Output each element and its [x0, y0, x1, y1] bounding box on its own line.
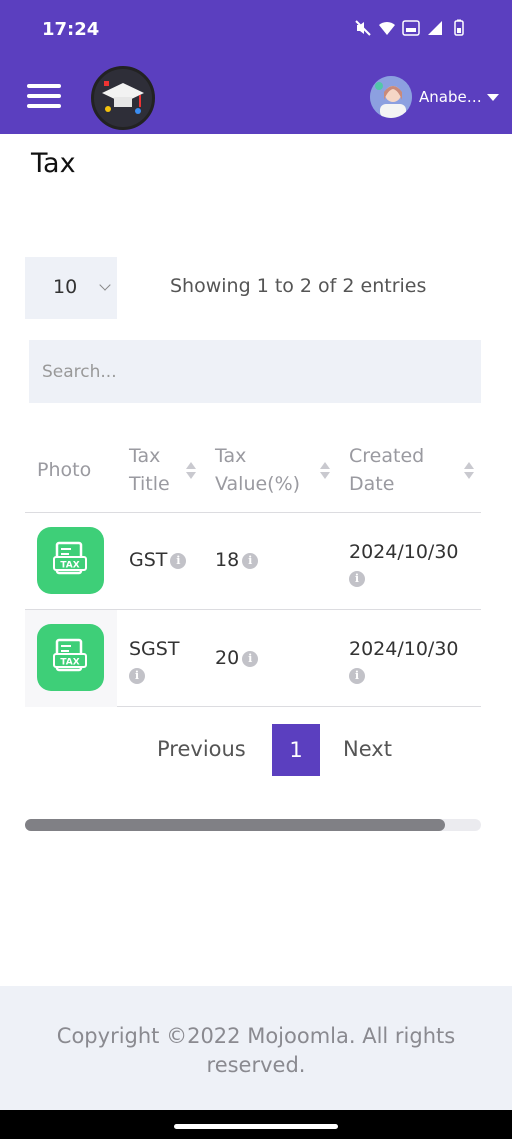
app-bar: Anabe…	[0, 60, 512, 134]
chevron-down-icon[interactable]	[487, 94, 499, 101]
column-header-created-date[interactable]: Created Date	[349, 442, 424, 498]
user-avatar[interactable]	[370, 76, 412, 118]
scrollbar-thumb[interactable]	[25, 819, 445, 831]
previous-button[interactable]: Previous	[157, 737, 246, 761]
sort-icon[interactable]	[186, 462, 196, 480]
tax-receipt-icon: TAX	[37, 624, 104, 691]
info-icon[interactable]: i	[170, 552, 187, 569]
page-1-button[interactable]: 1	[272, 724, 320, 776]
system-nav-bar	[0, 1110, 512, 1139]
svg-text:TAX: TAX	[60, 658, 79, 668]
page-length-select[interactable]: 10	[25, 257, 117, 319]
horizontal-scrollbar[interactable]	[25, 819, 481, 831]
info-icon[interactable]: i	[242, 650, 259, 667]
table-row: TAX SGST i 20 i 2024/10/30 i	[25, 610, 481, 707]
sort-icon[interactable]	[464, 462, 474, 480]
page-title: Tax	[31, 148, 76, 179]
hamburger-menu-icon[interactable]	[27, 84, 61, 110]
sort-icon[interactable]	[320, 462, 330, 480]
search-input[interactable]	[29, 340, 481, 403]
footer: Copyright ©2022 Mojoomla. All rights res…	[0, 986, 512, 1110]
tax-value-cell: 18 i	[215, 549, 259, 571]
info-icon[interactable]: i	[129, 667, 145, 684]
battery-icon	[450, 19, 468, 37]
tax-value-cell: 20 i	[215, 647, 259, 669]
entries-info: Showing 1 to 2 of 2 entries	[170, 275, 427, 297]
tax-receipt-icon: TAX	[37, 527, 104, 594]
info-icon[interactable]: i	[349, 667, 365, 684]
chevron-down-icon	[99, 279, 111, 291]
status-bar: 17:24	[0, 0, 512, 60]
table-row: TAX GST i 18 i 2024/10/30 i	[25, 513, 481, 610]
app-logo[interactable]	[91, 66, 155, 130]
home-gesture-handle[interactable]	[174, 1124, 338, 1129]
volte-icon	[402, 19, 420, 37]
copyright-text: Copyright ©2022 Mojoomla. All rights res…	[56, 1024, 456, 1077]
signal-icon	[426, 19, 444, 37]
svg-text:TAX: TAX	[60, 561, 79, 571]
photo-cell: TAX	[25, 513, 117, 610]
page-length-value: 10	[53, 276, 78, 298]
pagination: Previous 1 Next	[0, 724, 512, 776]
column-header-tax-title[interactable]: Tax Title	[129, 442, 170, 498]
info-icon[interactable]: i	[242, 552, 259, 569]
column-header-photo[interactable]: Photo	[37, 456, 91, 484]
user-name[interactable]: Anabe…	[419, 88, 482, 106]
status-icons	[354, 19, 468, 37]
mute-icon	[354, 19, 372, 37]
tax-title-cell: SGST i	[129, 638, 180, 684]
created-date-cell: 2024/10/30 i	[349, 541, 459, 587]
column-header-tax-value[interactable]: Tax Value(%)	[215, 442, 300, 498]
tax-title-cell: GST i	[129, 549, 187, 571]
status-time: 17:24	[42, 19, 100, 40]
created-date-cell: 2024/10/30 i	[349, 638, 459, 684]
next-button[interactable]: Next	[343, 737, 392, 761]
wifi-icon	[378, 19, 396, 37]
photo-cell: TAX	[25, 610, 117, 707]
info-icon[interactable]: i	[349, 570, 365, 587]
